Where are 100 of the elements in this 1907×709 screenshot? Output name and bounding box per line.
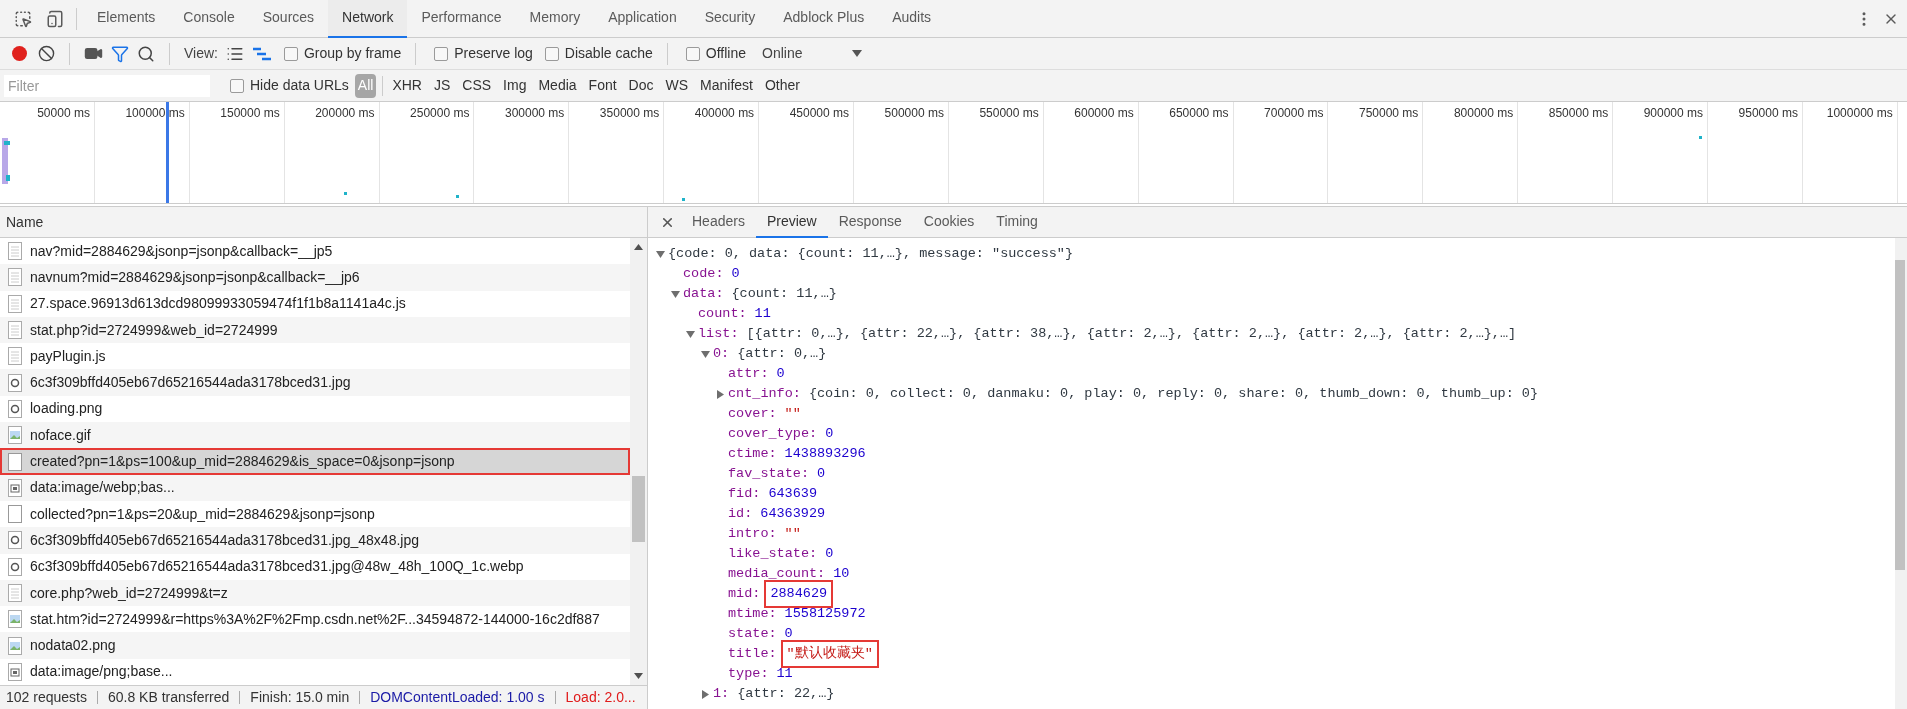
checkbox[interactable]	[544, 46, 559, 61]
request-name: nav?mid=2884629&jsonp=jsonp&callback=__jp5	[30, 241, 333, 261]
time-tick-label: 900000 ms	[1643, 105, 1704, 119]
request-name: 6c3f309bffd405eb67d65216544ada3178bced31.jpg_48x48.jpg	[30, 530, 419, 550]
caret-down-icon[interactable]	[656, 249, 665, 259]
resource-type-filter[interactable]: JS	[430, 73, 454, 98]
detail-tab[interactable]: Timing	[985, 206, 1049, 238]
resource-type-filter[interactable]: Font	[585, 73, 620, 98]
request-row[interactable]: nodata02.png	[0, 632, 630, 659]
property-key: count:	[698, 303, 747, 325]
status-text: 102 requests	[6, 691, 87, 704]
time-tick-label: 800000 ms	[1453, 105, 1514, 119]
caret-down-icon[interactable]	[686, 329, 695, 339]
panel-tab[interactable]: Network	[328, 0, 408, 38]
resource-type-filter[interactable]: Manifest	[697, 73, 756, 98]
scrollbar-thumb[interactable]	[632, 476, 645, 542]
panel-tab[interactable]: Application	[594, 0, 691, 38]
checkbox[interactable]	[434, 46, 449, 61]
request-name: noface.gif	[30, 425, 91, 445]
property-key: fav_state:	[728, 463, 809, 485]
panel-tab[interactable]: Adblock Plus	[769, 0, 879, 38]
resource-type-filter[interactable]: Other	[762, 73, 803, 98]
resource-type-filter[interactable]: Media	[535, 73, 580, 98]
filter-field[interactable]: Filter	[4, 74, 210, 97]
request-name: 27.space.96913d613dcd98099933059474f1f1b8a1141a4c.js	[30, 294, 406, 314]
property-key: title:	[728, 643, 777, 665]
time-tick-label: 700000 ms	[1264, 105, 1324, 119]
time-tick-label: 650000 ms	[1169, 105, 1229, 119]
time-tick-label: 600000 ms	[1074, 105, 1134, 119]
time-tick-label: 50000 ms	[37, 105, 90, 119]
resource-type-filter[interactable]: CSS	[459, 73, 495, 98]
panel-tab[interactable]: Performance	[407, 0, 516, 38]
property-key: data:	[683, 283, 724, 305]
panel-tab[interactable]: Sources	[248, 0, 329, 38]
waterfall-icon[interactable]	[252, 45, 272, 62]
request-name: collected?pn=1&ps=20&up_mid=2884629&jsonp=jsonp	[30, 504, 375, 524]
checkbox-label: Group by frame	[304, 44, 402, 63]
panel-tab[interactable]: Elements	[83, 0, 170, 38]
scroll-up-icon[interactable]	[634, 244, 643, 250]
request-name: payPlugin.js	[30, 346, 106, 366]
throttling-dropdown[interactable]: Online	[762, 43, 863, 64]
caret-down-icon[interactable]	[671, 289, 680, 299]
request-row[interactable]: core.php?web_id=2724999&t=z	[0, 579, 630, 607]
status-text: DOMContentLoaded: 1.00 s	[359, 691, 545, 704]
image-icon	[8, 373, 22, 392]
dropdown-arrow-icon	[852, 50, 863, 57]
caret-down-icon[interactable]	[701, 349, 710, 359]
request-row[interactable]: created?pn=1&ps=100&up_mid=2884629&is_space=0&jsonp=jsonp	[0, 448, 630, 475]
caret-right-icon[interactable]	[701, 689, 710, 699]
request-row[interactable]: data:image/webp;bas...	[0, 474, 630, 501]
request-row[interactable]: 6c3f309bffd405eb67d65216544ada3178bced31.jpg_48x48.jpg	[0, 527, 630, 554]
resource-type-filter[interactable]: WS	[662, 73, 692, 98]
request-row[interactable]: navnum?mid=2884629&jsonp=jsonp&callback=__jp6	[0, 264, 630, 291]
time-tick-label: 1000000 ms	[1826, 105, 1893, 119]
caret-right-icon[interactable]	[716, 389, 725, 399]
request-name: data:image/webp;bas...	[30, 478, 175, 498]
checkbox[interactable]	[230, 78, 244, 93]
property-value: {attr: 0,…}	[737, 344, 827, 363]
time-tick-label: 950000 ms	[1738, 105, 1798, 119]
request-row[interactable]: noface.gif	[0, 422, 630, 449]
property-key: list:	[698, 323, 739, 345]
search-icon[interactable]	[137, 44, 155, 63]
detail-tab[interactable]: Preview	[755, 206, 828, 238]
request-name: data:image/png;base...	[30, 662, 173, 682]
checkbox[interactable]	[685, 46, 700, 61]
resource-type-filter[interactable]: Doc	[625, 73, 657, 98]
scrollbar-thumb[interactable]	[1895, 260, 1905, 570]
detail-tab[interactable]: Response	[827, 206, 913, 238]
checkbox-label: Hide data URLs	[250, 76, 349, 95]
checkbox[interactable]	[284, 46, 298, 61]
detail-tab[interactable]: Headers	[681, 206, 756, 238]
time-tick-label: 400000 ms	[694, 105, 755, 119]
clear-icon[interactable]	[38, 45, 55, 62]
property-value: {coin: 0, collect: 0, danmaku: 0, play: 0, reply: 0, share: 0, thumb_down: 0, thumb_up: 0}	[808, 384, 1539, 403]
request-name: loading.png	[30, 399, 103, 419]
time-tick-label: 500000 ms	[884, 105, 944, 119]
resource-type-filter[interactable]: XHR	[389, 73, 425, 98]
property-key: mtime:	[728, 603, 777, 625]
panel-tab[interactable]: Memory	[515, 0, 595, 38]
panel-tab[interactable]: Security	[690, 0, 770, 38]
detail-tab[interactable]: Cookies	[912, 206, 986, 238]
panel-tab[interactable]: Audits	[878, 0, 946, 38]
filter-icon[interactable]	[111, 44, 129, 63]
name-column-header[interactable]: Name	[0, 207, 647, 238]
request-row[interactable]: 6c3f309bffd405eb67d65216544ada3178bced31.jpg	[0, 369, 630, 396]
document-icon	[8, 242, 22, 261]
scroll-down-icon[interactable]	[634, 673, 643, 679]
document-icon	[8, 584, 22, 602]
property-key: attr:	[728, 363, 769, 385]
property-key: 0:	[713, 343, 730, 365]
image-icon	[8, 531, 22, 550]
checkbox-label: Offline	[705, 44, 746, 63]
property-value: [{attr: 0,…}, {attr: 22,…}, {attr: 38,…}, {attr: 2,…}, {attr: 2,…}, {attr: 2,…}, {attr: 2,…},…]	[746, 324, 1517, 343]
panel-tab[interactable]: Console	[169, 0, 249, 38]
time-tick-label: 550000 ms	[979, 105, 1039, 119]
property-value: {code: 0, data: {count: 11,…}, message: "success"}	[668, 244, 1074, 263]
request-row[interactable]: stat.php?id=2724999&web_id=2724999	[0, 316, 630, 344]
resource-type-filter[interactable]: Img	[500, 73, 530, 98]
request-name: 6c3f309bffd405eb67d65216544ada3178bced31.jpg@48w_48h_100Q_1c.webp	[30, 557, 524, 577]
property-key: code:	[683, 263, 724, 285]
